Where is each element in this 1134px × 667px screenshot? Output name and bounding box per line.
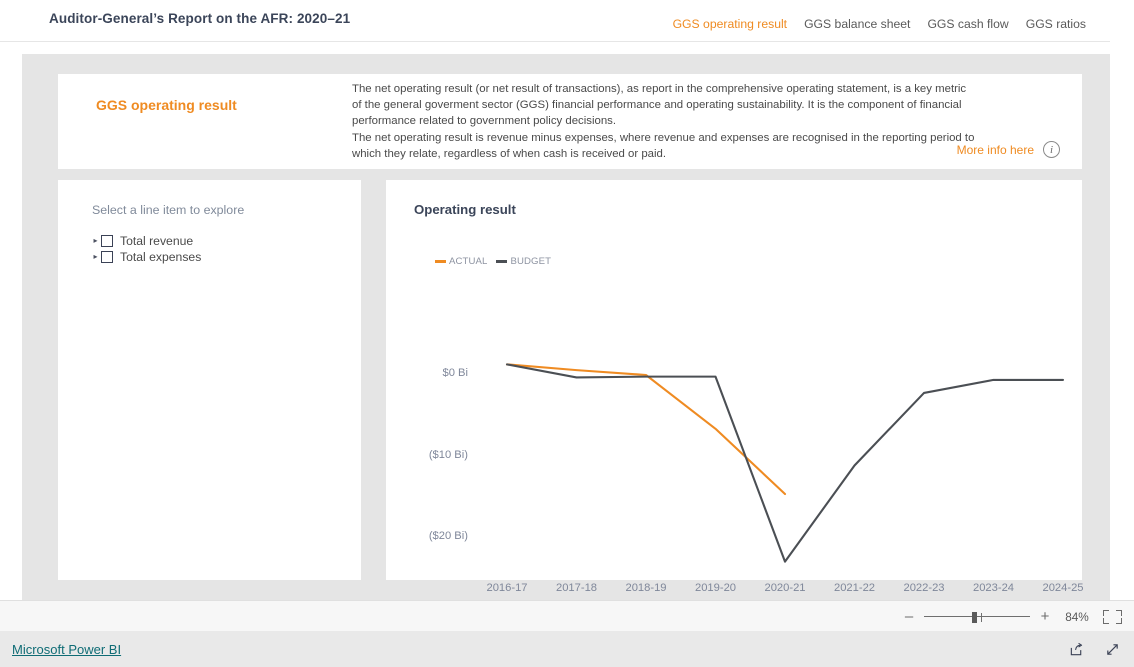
fit-corner-br xyxy=(1116,617,1122,624)
tree-item-label: Total expenses xyxy=(120,250,202,264)
info-card-description: The net operating result (or net result … xyxy=(352,81,977,162)
tab-ggs-balance-sheet[interactable]: GGS balance sheet xyxy=(804,17,910,31)
x-axis-tick-label: 2022-23 xyxy=(903,582,945,594)
zoom-bar: – + 84% xyxy=(0,600,1134,633)
zoom-slider-thumb[interactable] xyxy=(972,611,977,623)
fit-corner-tl xyxy=(1103,609,1109,616)
tab-ggs-ratios[interactable]: GGS ratios xyxy=(1026,17,1086,31)
zoom-out-button[interactable]: – xyxy=(903,609,915,624)
nav-tabs: GGS operating result GGS balance sheet G… xyxy=(673,17,1086,31)
info-card-title: GGS operating result xyxy=(96,97,237,113)
x-axis-tick-label: 2016-17 xyxy=(486,582,528,594)
footer-actions xyxy=(1069,631,1120,667)
fit-to-screen-icon[interactable] xyxy=(1103,609,1122,624)
selector-prompt: Select a line item to explore xyxy=(92,203,245,217)
more-info-group: More info here i xyxy=(957,141,1060,158)
y-axis-tick-label: ($10 Bi) xyxy=(428,448,468,461)
operating-result-chart-card: Operating result ACTUAL BUDGET $0 Bi ($10… xyxy=(386,180,1084,594)
tab-ggs-operating-result[interactable]: GGS operating result xyxy=(673,17,787,31)
series-line-actual xyxy=(505,363,787,496)
fit-corner-tr xyxy=(1116,609,1122,616)
line-item-selector-card: Select a line item to explore ▸ Total re… xyxy=(58,180,361,580)
fullscreen-icon[interactable] xyxy=(1105,642,1120,657)
zoom-level-label: 84% xyxy=(1065,609,1089,624)
y-axis-tick-label: $0 Bi xyxy=(442,367,469,379)
zoom-controls: – + 84% xyxy=(903,601,1122,632)
powerbi-brand-link[interactable]: Microsoft Power BI xyxy=(12,642,121,657)
info-paragraph-2: The net operating result is revenue minu… xyxy=(352,131,975,160)
line-item-tree: ▸ Total revenue ▸ Total expenses xyxy=(90,233,201,265)
report-header: Auditor-General’s Report on the AFR: 202… xyxy=(0,0,1110,42)
footer: Microsoft Power BI xyxy=(0,631,1134,667)
zoom-slider-track xyxy=(924,616,1030,618)
x-axis-tick-label: 2023-24 xyxy=(972,582,1015,594)
info-card: GGS operating result The net operating r… xyxy=(58,74,1082,169)
tree-item-total-revenue[interactable]: ▸ Total revenue xyxy=(90,233,201,249)
checkbox-total-expenses[interactable] xyxy=(101,251,113,263)
chevron-right-icon[interactable]: ▸ xyxy=(90,237,101,245)
tab-ggs-cash-flow[interactable]: GGS cash flow xyxy=(927,17,1008,31)
x-axis-tick-label: 2024-25 xyxy=(1042,582,1084,594)
info-circle-icon[interactable]: i xyxy=(1043,141,1060,158)
y-axis-tick-label: ($20 Bi) xyxy=(428,530,468,542)
page-title: Auditor-General’s Report on the AFR: 202… xyxy=(49,11,351,26)
chevron-right-icon[interactable]: ▸ xyxy=(90,253,101,261)
fit-corner-bl xyxy=(1103,617,1109,624)
x-axis-tick-label: 2021-22 xyxy=(833,582,876,594)
info-paragraph-1: The net operating result (or net result … xyxy=(352,83,967,128)
zoom-in-button[interactable]: + xyxy=(1039,609,1051,624)
zoom-slider[interactable] xyxy=(924,610,1030,624)
tree-item-label: Total revenue xyxy=(120,234,194,248)
share-icon[interactable] xyxy=(1069,642,1084,657)
checkbox-total-revenue[interactable] xyxy=(101,235,113,247)
series-line-budget xyxy=(505,363,1065,563)
more-info-link[interactable]: More info here xyxy=(957,143,1034,157)
chart-svg xyxy=(505,363,1065,563)
tree-item-total-expenses[interactable]: ▸ Total expenses xyxy=(90,249,201,265)
x-axis-tick-label: 2017-18 xyxy=(555,582,598,594)
line-chart-plot: $0 Bi ($10 Bi) ($20 Bi) 2016-17 2017-18 2018-… xyxy=(386,180,1084,594)
zoom-slider-notch xyxy=(981,612,983,622)
x-axis-tick-label: 2020-21 xyxy=(764,582,806,594)
report-canvas: GGS operating result The net operating r… xyxy=(22,54,1110,600)
x-axis-tick-label: 2019-20 xyxy=(694,582,737,594)
x-axis-tick-label: 2018-19 xyxy=(625,582,667,594)
